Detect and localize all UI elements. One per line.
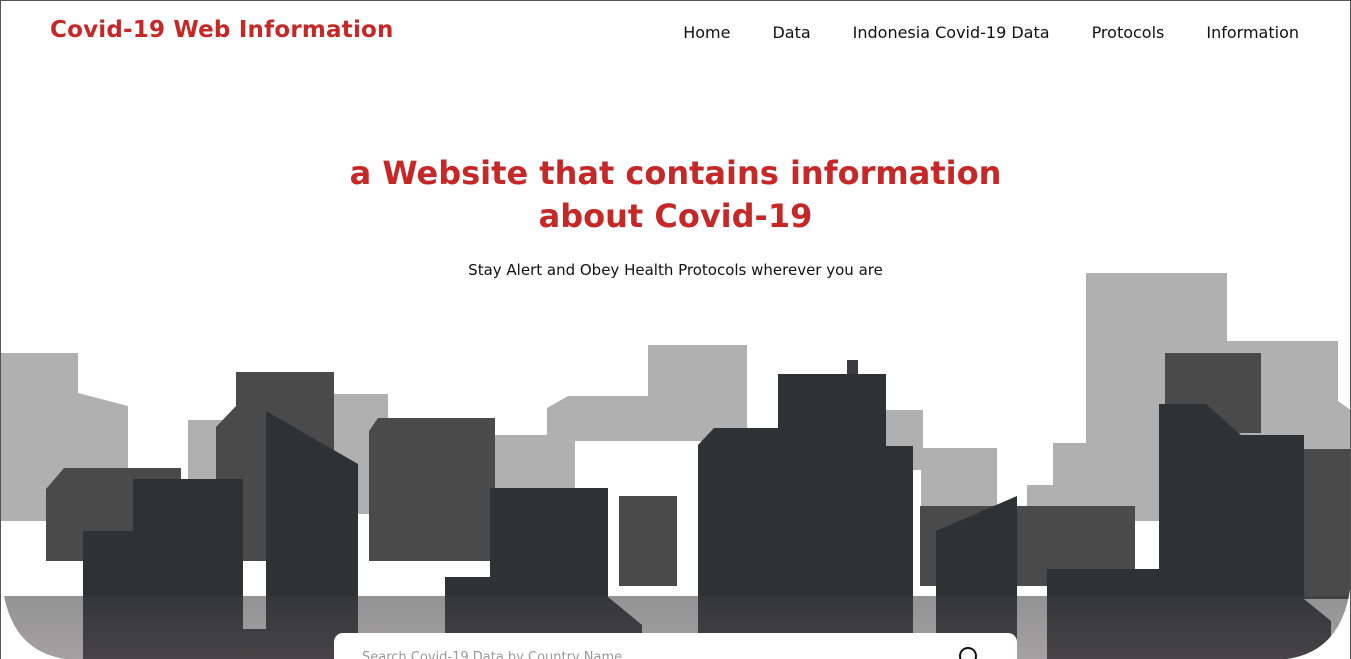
nav-item-home[interactable]: Home (683, 23, 730, 42)
navbar: Covid-19 Web Information Home Data Indon… (1, 1, 1350, 63)
nav-item-data[interactable]: Data (772, 23, 810, 42)
search-icon[interactable] (958, 646, 982, 659)
nav-item-protocols[interactable]: Protocols (1092, 23, 1165, 42)
hero-subtitle: Stay Alert and Obey Health Protocols whe… (468, 261, 883, 279)
nav-item-information[interactable]: Information (1206, 23, 1299, 42)
hero-title: a Website that contains information abou… (1, 152, 1350, 238)
hero-title-line-2: about Covid-19 (538, 197, 813, 235)
brand-logo-text[interactable]: Covid-19 Web Information (50, 17, 394, 43)
nav-links: Home Data Indonesia Covid-19 Data Protoc… (683, 23, 1299, 42)
nav-item-indonesia-data[interactable]: Indonesia Covid-19 Data (853, 23, 1050, 42)
page: Covid-19 Web Information Home Data Indon… (0, 0, 1351, 659)
city-skyline-illustration (1, 273, 1350, 659)
search-input[interactable] (362, 647, 922, 659)
search-box (334, 633, 1017, 659)
hero-title-line-1: a Website that contains information (349, 154, 1002, 192)
